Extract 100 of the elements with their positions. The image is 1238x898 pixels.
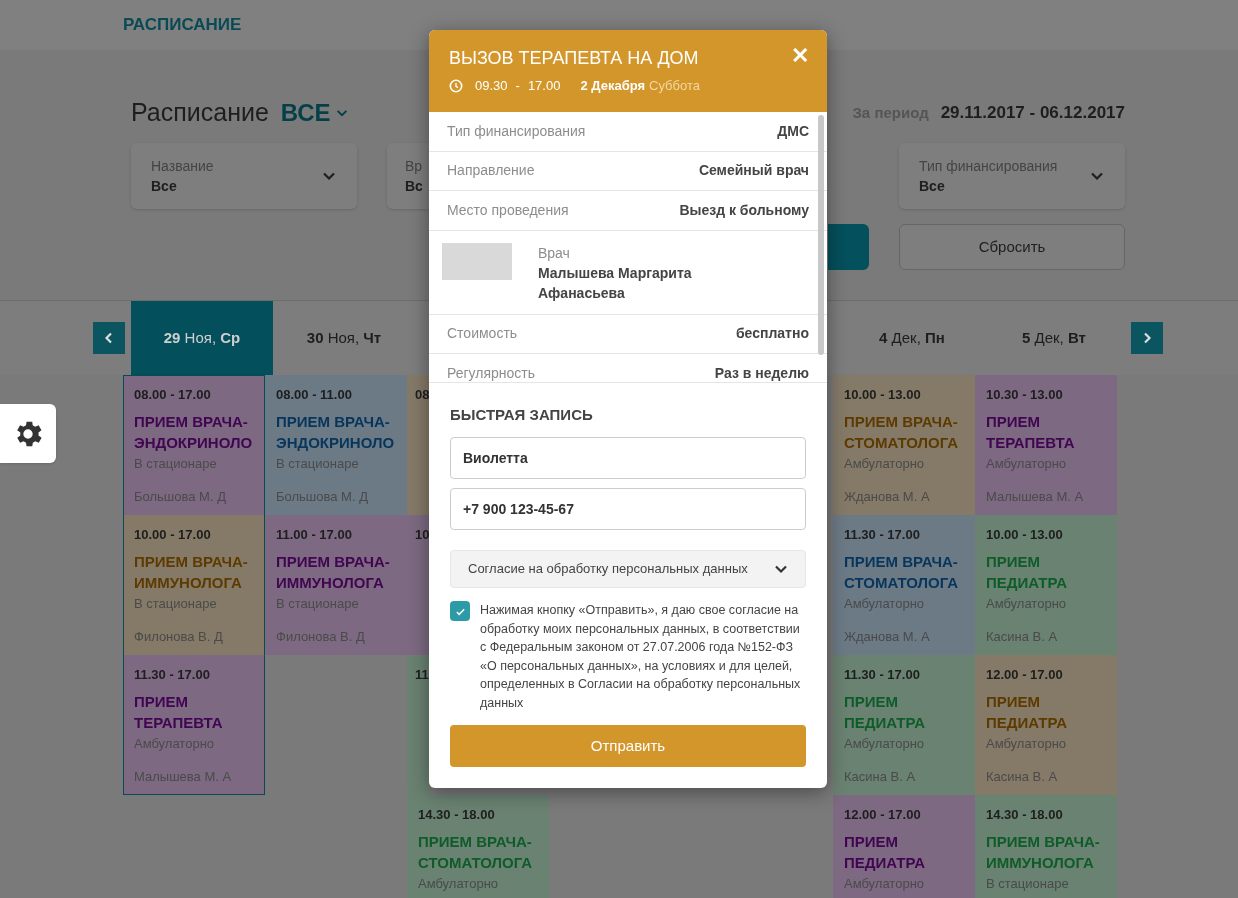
detail-label: Регулярность [447, 363, 536, 382]
phone-field[interactable]: +7 900 123-45-67 [450, 488, 806, 530]
location-text: В стационаре [276, 595, 360, 613]
schedule-card[interactable]: 11.30 - 17.00 ПРИЕМ ВРАЧА-СТОМАТОЛОГА Амбулаторно Жданова М. А [833, 515, 975, 655]
detail-value: Семейный врач [698, 161, 809, 181]
consent-checkbox[interactable] [450, 601, 470, 621]
chevron-left-icon [103, 332, 115, 344]
doctor-name: Касина В. А [986, 768, 1059, 786]
schedule-card[interactable]: 10.30 - 13.00 ПРИЕМ ТЕРАПЕВТА Амбулаторно Малышева М. А [975, 375, 1117, 515]
schedule-card[interactable]: 12.00 - 17.00 ПРИЕМ ПЕДИАТРА Амбулаторно [833, 795, 975, 898]
day-tab[interactable]: 30 Ноя, Чт [273, 301, 415, 376]
day-tab[interactable]: 5 Дек, Вт [983, 301, 1125, 376]
doctor-name: Касина В. А [844, 768, 917, 786]
location-text: В стационаре [134, 595, 218, 613]
appointment-title: ПРИЕМ ВРАЧА-ЭНДОКРИНОЛО [276, 412, 396, 453]
next-button[interactable] [1131, 322, 1163, 354]
page-title: Расписание [131, 97, 269, 129]
schedule-card[interactable]: 10 [407, 515, 430, 655]
location-text: Амбулаторно [134, 735, 216, 753]
doctor-full-name: Малышева Маргарита Афанасьева [538, 263, 693, 303]
schedule-card[interactable]: 10.00 - 13.00 ПРИЕМ ПЕДИАТРА Амбулаторно Касина В. А [975, 515, 1117, 655]
location-text: Амбулаторно [986, 735, 1068, 753]
doctor-name: Малышева М. А [986, 488, 1085, 506]
location-text: Амбулаторно [844, 455, 926, 473]
appointment-title: ПРИЕМ ВРАЧА-ЭНДОКРИНОЛО [134, 412, 254, 453]
appointment-title: ПРИЕМ ВРАЧА-ИММУНОЛОГА [276, 552, 391, 593]
chevron-right-icon [1141, 332, 1153, 344]
filter-dropdown[interactable]: Название Все [131, 143, 357, 209]
appointment-title: ПРИЕМ ПЕДИАТРА [844, 832, 927, 873]
location-text: В стационаре [276, 455, 360, 473]
consent-text: Нажимая кнопку «Отправить», я даю свое согласие на обработку моих персональных данных, в соответствии с Федеральным законом от 27.07.2006 года №152-ФЗ «О персональных данных», на условиях и для целей, определенных в Согласии на обработку персональных данных [480, 602, 802, 712]
schedule-card[interactable]: 08.00 - 11.00 ПРИЕМ ВРАЧА-ЭНДОКРИНОЛО В стационаре Большова М. Д [265, 375, 407, 515]
detail-label: Место проведения [447, 200, 569, 220]
consent-dropdown[interactable]: Согласие на обработку персональных данных [450, 550, 806, 588]
schedule-card[interactable]: 14.30 - 18.00 ПРИЕМ ВРАЧА-ИММУНОЛОГА В стационаре [975, 795, 1117, 898]
previous-button[interactable] [93, 322, 125, 354]
detail-value: Выезд к больному [679, 200, 809, 220]
schedule-card[interactable]: 14.30 - 18.00 ПРИЕМ ВРАЧА-СТОМАТОЛОГА Амбулаторно [407, 795, 549, 898]
name-field[interactable]: Виолетта [450, 437, 806, 479]
appointment-title: ПРИЕМ ТЕРАПЕВТА [134, 692, 224, 733]
detail-value: бесплатно [735, 324, 809, 344]
appointment-title: ПРИЕМ ВРАЧА-ИММУНОЛОГА [986, 832, 1101, 873]
location-text: Амбулаторно [986, 595, 1068, 613]
doctor-name: Жданова М. А [844, 628, 931, 646]
schedule-card[interactable]: 08 [407, 375, 430, 515]
schedule-card[interactable]: 10.00 - 17.00 ПРИЕМ ВРАЧА-ИММУНОЛОГА В стационаре Филонова В. Д [123, 515, 265, 655]
location-text: В стационаре [134, 455, 218, 473]
location-text: Амбулаторно [986, 455, 1068, 473]
schedule-card[interactable]: 11.30 - 17.00 ПРИЕМ ПЕДИАТРА Амбулаторно Касина В. А [833, 655, 975, 795]
appointment-title: ПРИЕМ ПЕДИАТРА [986, 552, 1069, 593]
appointment-title: ПРИЕМ ПЕДИАТРА [844, 692, 927, 733]
appointment-title: ПРИЕМ ВРАЧА-ИММУНОЛОГА [134, 552, 249, 593]
schedule-card[interactable]: 11.00 - 17.00 ПРИЕМ ВРАЧА-ИММУНОЛОГА В стационаре Филонова В. Д [265, 515, 407, 655]
filter-dropdown[interactable]: Вр Вс [387, 143, 429, 209]
time-from: 09.30 [475, 77, 508, 95]
settings-button[interactable] [0, 404, 56, 463]
appointment-title: ПРИЕМ ВРАЧА-СТОМАТОЛОГА [418, 832, 534, 873]
day-tab[interactable]: 4 Дек, Пн [841, 301, 983, 376]
schedule-card[interactable]: 11 [407, 655, 430, 795]
schedule-filter-dropdown[interactable]: ВСЕ [280, 95, 349, 131]
time-separator: - [515, 77, 520, 95]
appointment-title: ПРИЕМ ВРАЧА-СТОМАТОЛОГА [844, 552, 960, 593]
detail-label: Тип финансирования [447, 121, 586, 141]
doctor-name: Малышева М. А [134, 768, 233, 786]
period-value: 29.11.2017 - 06.12.2017 [940, 102, 1125, 125]
doctor-name: Филонова В. Д [276, 628, 366, 646]
detail-label: Направление [447, 161, 535, 181]
day-tab[interactable]: 29 Ноя, Ср [131, 301, 273, 376]
appointment-title: ПРИЕМ ВРАЧА-СТОМАТОЛОГА [844, 412, 960, 453]
location-text: В стационаре [986, 875, 1070, 893]
close-button[interactable]: ✕ [791, 44, 809, 68]
schedule-card[interactable]: 12.00 - 17.00 ПРИЕМ ПЕДИАТРА Амбулаторно Касина В. А [975, 655, 1117, 795]
detail-value: ДМС [777, 121, 809, 141]
time-to: 17.00 [527, 77, 561, 95]
schedule-card[interactable]: 11.30 - 17.00 ПРИЕМ ТЕРАПЕВТА Амбулаторно Малышева М. А [123, 655, 265, 795]
reset-button[interactable]: Сбросить [899, 224, 1125, 270]
detail-label: Врач [538, 243, 571, 263]
appointment-title: ПРИЕМ ПЕДИАТРА [986, 692, 1069, 733]
location-text: Амбулаторно [844, 735, 926, 753]
filter-dropdown[interactable]: Тип финансирования Все [899, 143, 1125, 209]
photo-placeholder [442, 242, 512, 280]
schedule-card[interactable]: 10.00 - 13.00 ПРИЕМ ВРАЧА-СТОМАТОЛОГА Амбулаторно Жданова М. А [833, 375, 975, 515]
header-title[interactable]: РАСПИСАНИЕ [123, 12, 242, 38]
weekday-text: Суббота [649, 77, 700, 95]
form-title: БЫСТРАЯ ЗАПИСЬ [450, 405, 594, 425]
detail-label: Стоимость [447, 324, 518, 344]
location-text: Амбулаторно [418, 875, 500, 893]
location-text: Амбулаторно [844, 875, 926, 893]
scrollbar[interactable] [818, 115, 824, 355]
submit-button[interactable]: Отправить [450, 725, 806, 767]
dialog-title: ВЫЗОВ ТЕРАПЕВТА НА ДОМ [449, 47, 699, 70]
doctor-name: Жданова М. А [844, 488, 931, 506]
date-text: 2 Декабря [580, 77, 646, 95]
detail-value: Раз в неделю [714, 363, 809, 382]
clock-icon [449, 78, 463, 93]
appointment-title: ПРИЕМ ТЕРАПЕВТА [986, 412, 1076, 453]
doctor-name: Филонова В. Д [134, 628, 224, 646]
location-text: Амбулаторно [844, 595, 926, 613]
doctor-name: Касина В. А [986, 628, 1059, 646]
doctor-name: Большова М. Д [276, 488, 369, 506]
